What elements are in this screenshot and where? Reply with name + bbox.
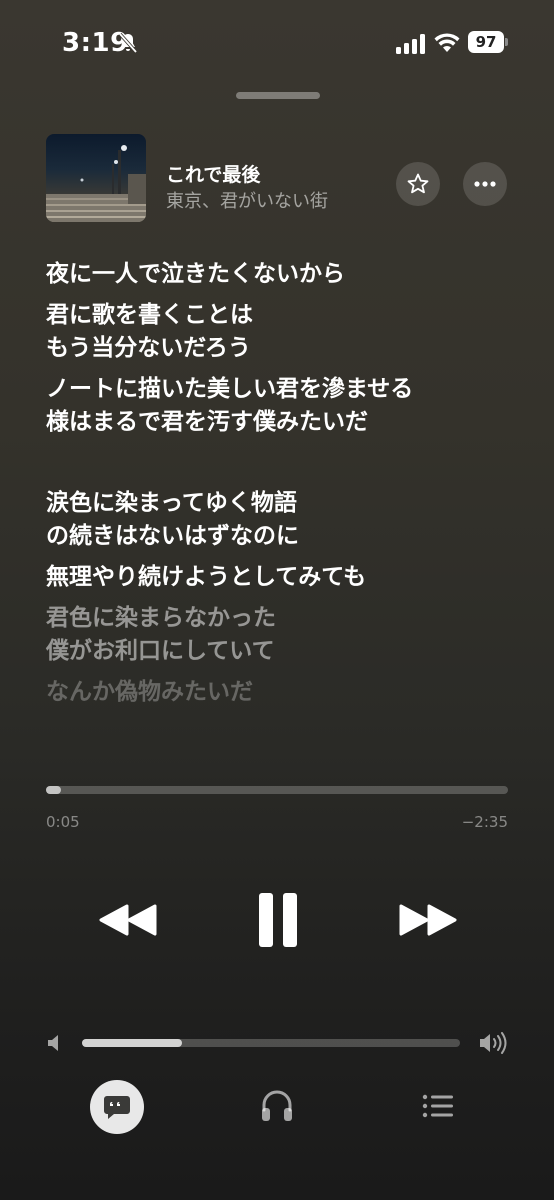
lyric-block[interactable]: ノートに描いた美しい君を滲ませる 様はまるで君を汚す僕みたいだ xyxy=(46,373,526,439)
battery-indicator: 97 xyxy=(468,31,508,53)
volume-slider-fill xyxy=(82,1039,183,1047)
more-options-button[interactable] xyxy=(463,162,507,206)
airplay-button[interactable] xyxy=(258,1086,296,1126)
favorite-button[interactable] xyxy=(396,162,440,206)
lyrics-panel[interactable]: 夜に一人で泣きたくないから 君に歌を書くことは もう当分ないだろう ノートに描い… xyxy=(46,258,526,717)
lyric-line: もう当分ないだろう xyxy=(46,335,251,361)
playback-progress-fill xyxy=(46,786,62,794)
lyric-gap xyxy=(46,447,526,487)
album-artwork[interactable] xyxy=(46,134,146,222)
remaining-time: −2:35 xyxy=(461,813,508,831)
song-title: これで最後 xyxy=(166,164,261,186)
lyric-block-upcoming[interactable]: 君色に染まらなかった 僕がお利口にしていて xyxy=(46,602,526,668)
lyric-line: 君に歌を書くことは xyxy=(46,302,253,328)
lyric-line: 様はまるで君を汚す僕みたいだ xyxy=(46,409,368,435)
battery-cap xyxy=(505,38,508,46)
lyric-line: 夜に一人で泣きたくないから xyxy=(46,261,345,287)
album-artwork-image xyxy=(46,145,146,222)
lyric-line: 涙色に染まってゆく物語 xyxy=(46,490,297,516)
lyric-block[interactable]: 夜に一人で泣きたくないから xyxy=(46,258,526,291)
star-icon xyxy=(407,173,429,194)
status-bar: 3:19 97 xyxy=(0,0,554,86)
cellular-signal-icon xyxy=(396,34,425,54)
queue-button[interactable] xyxy=(420,1090,456,1122)
battery-level: 97 xyxy=(468,31,504,53)
rewind-button[interactable] xyxy=(96,890,160,950)
lyrics-icon xyxy=(104,1096,130,1119)
volume-slider[interactable] xyxy=(82,1039,460,1047)
volume-low-icon xyxy=(48,1035,58,1051)
lyric-line: 僕がお利口にしていて xyxy=(46,638,275,664)
song-artist-album[interactable]: 東京、君がいない街 xyxy=(166,187,328,213)
lyric-line: の続きはないはずなのに xyxy=(46,523,299,549)
bell-slash-icon xyxy=(118,32,138,54)
pause-icon xyxy=(259,893,297,947)
sheet-grabber[interactable] xyxy=(236,92,320,99)
airplay-headphones-icon xyxy=(262,1090,292,1121)
lyric-line: ノートに描いた美しい君を滲ませる xyxy=(46,376,414,402)
elapsed-time: 0:05 xyxy=(46,813,80,831)
rewind-icon xyxy=(99,904,157,936)
lyrics-button[interactable] xyxy=(90,1080,144,1134)
lyric-block[interactable]: 無理やり続けようとしてみても xyxy=(46,561,526,594)
wifi-icon xyxy=(434,33,460,52)
fast-forward-button[interactable] xyxy=(396,890,460,950)
lyric-block-upcoming[interactable]: なんか偽物みたいだ xyxy=(46,676,526,709)
queue-list-icon xyxy=(422,1094,453,1118)
lyric-block[interactable]: 涙色に染まってゆく物語 の続きはないはずなのに xyxy=(46,487,526,553)
more-icon xyxy=(474,181,496,187)
fast-forward-icon xyxy=(399,904,457,936)
lyric-block[interactable]: 君に歌を書くことは もう当分ないだろう xyxy=(46,299,526,365)
lyric-line: 君色に染まらなかった xyxy=(46,605,276,631)
lyric-line: なんか偽物みたいだ xyxy=(46,679,253,705)
volume-high-icon xyxy=(480,1032,507,1054)
playback-scrubber[interactable] xyxy=(46,786,508,794)
lyric-line: 無理やり続けようとしてみても xyxy=(46,564,367,590)
pause-button[interactable] xyxy=(250,890,306,950)
